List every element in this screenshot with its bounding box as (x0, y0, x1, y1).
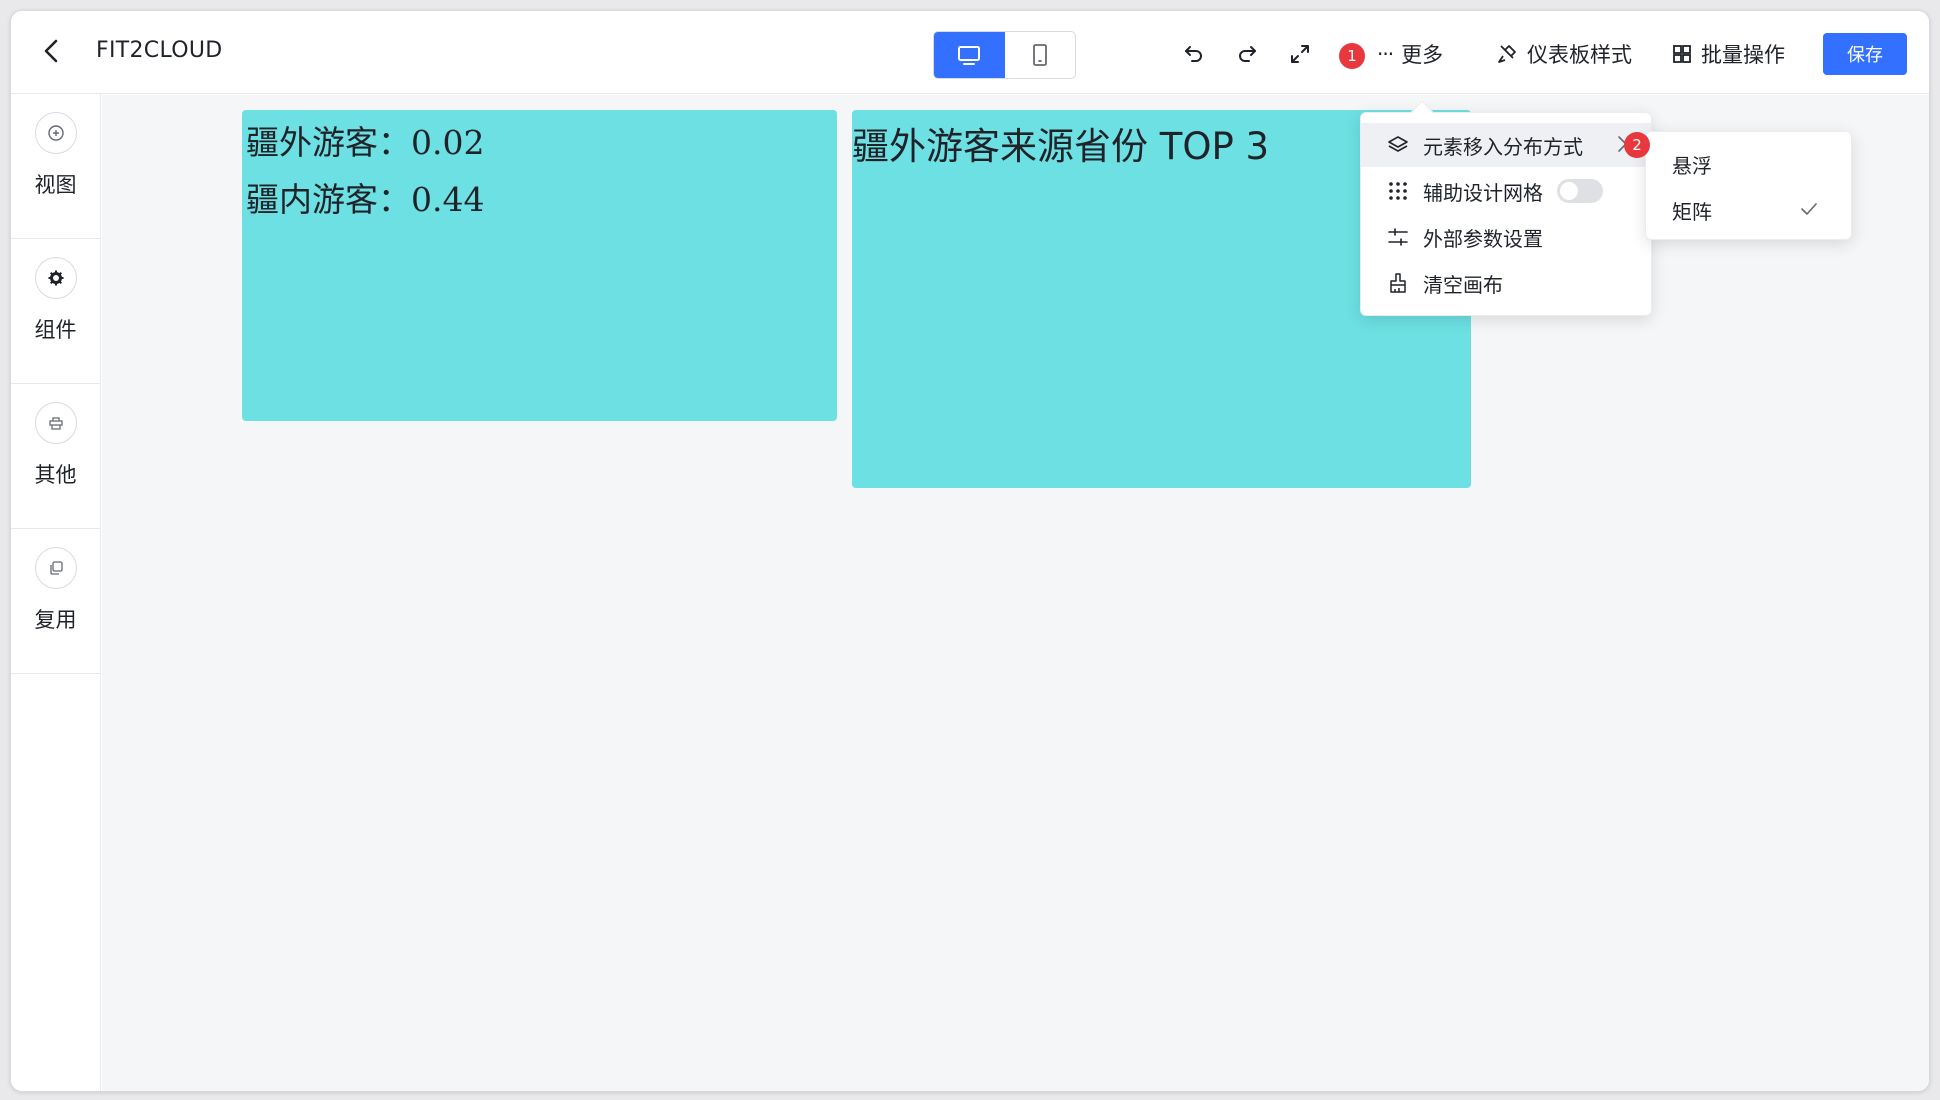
more-menu-button[interactable]: ··· 更多 (1377, 37, 1443, 71)
design-grid-toggle[interactable] (1557, 179, 1603, 203)
sidebar-item-label: 其他 (34, 463, 77, 487)
dashboard-style-label: 仪表板样式 (1527, 43, 1632, 67)
sidebar-item-label: 视图 (34, 173, 77, 197)
sidebar-item-other[interactable]: 其他 (11, 384, 100, 529)
expand-icon (1291, 45, 1309, 63)
undo-icon (1185, 46, 1202, 62)
undo-button[interactable] (1177, 37, 1211, 71)
menu-item-label: 辅助设计网格 (1423, 180, 1543, 205)
grid-dots-icon (1385, 178, 1411, 204)
menu-item-clear-canvas[interactable]: 清空画布 (1361, 261, 1651, 305)
stamp-icon (34, 402, 77, 444)
save-button[interactable]: 保存 (1823, 33, 1907, 75)
menu-item-label: 元素移入分布方式 (1423, 134, 1583, 159)
batch-ops-label: 批量操作 (1701, 43, 1785, 67)
sidebar-item-label: 复用 (34, 608, 77, 632)
desktop-view-button[interactable] (934, 32, 1005, 78)
monitor-icon (958, 46, 981, 65)
more-dropdown-menu: 元素移入分布方式 辅助设计网格 外部参数设置 清空画布 (1360, 112, 1652, 316)
sidebar-item-label: 组件 (34, 318, 77, 342)
menu-item-label: 外部参数设置 (1423, 226, 1543, 251)
submenu-item-matrix[interactable]: 矩阵 (1646, 188, 1851, 232)
more-dots-icon: ··· (1377, 42, 1394, 66)
sliders-icon (1385, 224, 1411, 250)
fullscreen-button[interactable] (1283, 37, 1317, 71)
dashboard-title: FIT2CLOUD (96, 38, 223, 63)
step-badge-2: 2 (1624, 132, 1650, 158)
brush-style-icon (1498, 45, 1516, 63)
copy-icon (34, 547, 77, 589)
rich-text-widget-visitors[interactable]: 疆外游客：0.02 疆内游客：0.44 (242, 110, 837, 421)
redo-icon (1239, 46, 1256, 62)
sidebar-item-components[interactable]: 组件 (11, 239, 100, 384)
widget-text-line: 疆外游客：0.02 (246, 123, 485, 162)
submenu-item-label: 悬浮 (1672, 153, 1712, 178)
phone-icon (1032, 44, 1047, 66)
menu-item-label: 清空画布 (1423, 272, 1503, 297)
step-badge-1: 1 (1339, 43, 1365, 69)
sidebar-item-view[interactable]: 视图 (11, 94, 100, 239)
top-toolbar: FIT2CLOUD 1 ··· 更多 仪表板样式 批量操作 保存 (11, 11, 1929, 94)
widget-text-line: 疆内游客：0.44 (246, 180, 485, 219)
chevron-left-icon (44, 39, 58, 63)
gear-icon (34, 257, 77, 299)
more-label: 更多 (1401, 43, 1444, 67)
widget-title: 疆外游客来源省份 TOP 3 (852, 125, 1270, 168)
device-toggle (933, 31, 1076, 79)
check-icon (1799, 198, 1819, 225)
submenu-item-float[interactable]: 悬浮 (1646, 142, 1851, 186)
dashboard-style-button[interactable]: 仪表板样式 (1495, 37, 1632, 71)
menu-item-external-params[interactable]: 外部参数设置 (1361, 215, 1651, 259)
back-button[interactable] (37, 33, 67, 69)
sidebar-item-reuse[interactable]: 复用 (11, 529, 100, 674)
brush-icon (1385, 270, 1411, 296)
menu-item-design-grid[interactable]: 辅助设计网格 (1361, 169, 1651, 213)
mobile-view-button[interactable] (1005, 32, 1076, 78)
component-sidebar: 视图 组件 其他 复用 (11, 94, 101, 1091)
plus-circle-icon (34, 112, 77, 154)
batch-ops-button[interactable]: 批量操作 (1671, 37, 1785, 71)
layers-icon (1385, 132, 1411, 158)
grid-icon (1673, 45, 1691, 63)
redo-button[interactable] (1230, 37, 1264, 71)
menu-item-move-distribution[interactable]: 元素移入分布方式 (1361, 123, 1651, 167)
submenu-item-label: 矩阵 (1672, 199, 1712, 224)
distribution-submenu: 悬浮 矩阵 (1645, 131, 1852, 240)
